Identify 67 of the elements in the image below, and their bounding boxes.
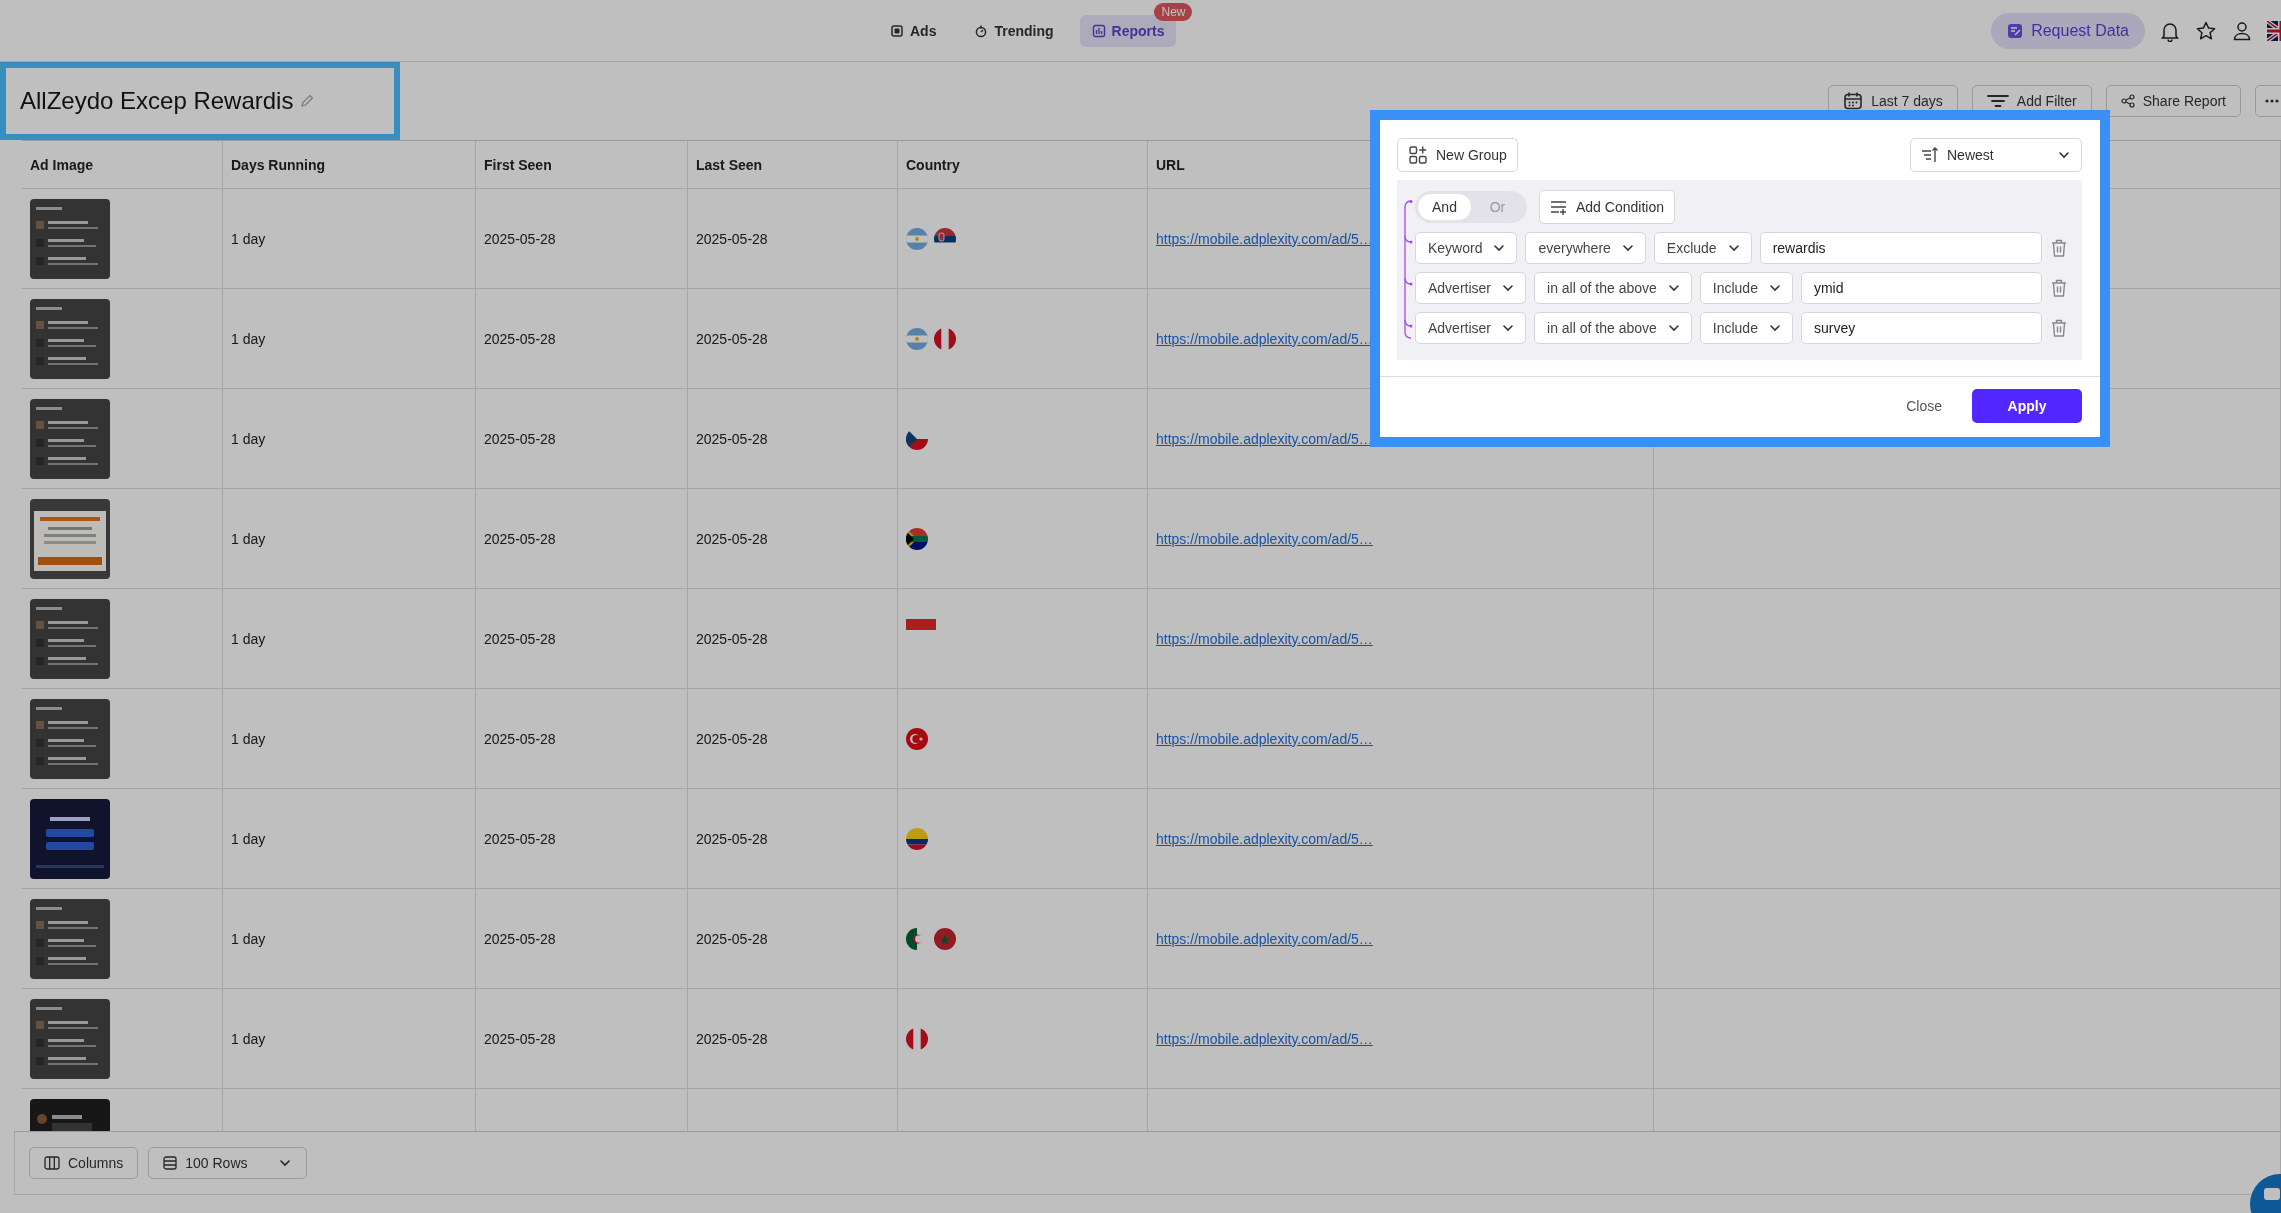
field-select[interactable]: Advertiser	[1415, 312, 1527, 344]
logic-option[interactable]: And	[1418, 194, 1471, 220]
table-cell: 2025-05-28	[484, 830, 556, 847]
share-report-button[interactable]: Share Report	[2105, 85, 2241, 117]
ad-link[interactable]: https://mobile.adplexity.com/ad/5…	[1156, 1030, 1373, 1047]
value-field[interactable]: rewardis	[1759, 232, 2042, 264]
table-cell: 1 day	[231, 1030, 266, 1047]
table-cell: 2025-05-28	[696, 930, 768, 947]
column-header: Country	[898, 141, 1148, 189]
mode-select[interactable]: Exclude	[1653, 232, 1752, 264]
table-cell: 2025-05-28	[484, 230, 556, 247]
ad-link[interactable]: https://mobile.adplexity.com/ad/5…	[1156, 630, 1373, 647]
column-header: Ad Image	[22, 141, 223, 189]
column-header: First Seen	[476, 141, 688, 189]
table-cell: 2025-05-28	[484, 430, 556, 447]
table-cell: 1 day	[231, 730, 266, 747]
table-cell: 1 day	[231, 530, 266, 547]
ad-link[interactable]: https://mobile.adplexity.com/ad/5…	[1156, 930, 1373, 947]
request-data-button[interactable]: Request Data	[1991, 12, 2145, 49]
rows-per-page-select[interactable]: 100 Rows	[148, 1147, 307, 1179]
table-cell: 2025-05-28	[484, 730, 556, 747]
table-cell: 1 day	[231, 330, 266, 347]
table-cell: 2025-05-28	[696, 530, 768, 547]
table-cell: 2025-05-28	[484, 330, 556, 347]
ad-link[interactable]: https://mobile.adplexity.com/ad/5…	[1156, 330, 1373, 347]
table-cell: 2025-05-28	[484, 630, 556, 647]
value-field[interactable]: ymid	[1800, 272, 2042, 304]
report-title: AllZeydo Excep Rewardis	[20, 87, 294, 115]
ad-link[interactable]: https://mobile.adplexity.com/ad/5…	[1156, 530, 1373, 547]
table-cell: 1 day	[231, 830, 266, 847]
ad-link[interactable]: https://mobile.adplexity.com/ad/5…	[1156, 430, 1373, 447]
scope-select[interactable]: everywhere	[1525, 232, 1646, 264]
scope-select[interactable]: in all of the above	[1534, 312, 1692, 344]
table-cell: 2025-05-28	[484, 930, 556, 947]
table-cell: 2025-05-28	[696, 730, 768, 747]
column-header: Last Seen	[688, 141, 898, 189]
table-cell: 2025-05-28	[484, 1030, 556, 1047]
table-cell: 1 day	[231, 430, 266, 447]
close-button[interactable]: Close	[1894, 390, 1954, 422]
table-cell: 2025-05-28	[696, 1030, 768, 1047]
scope-select[interactable]: in all of the above	[1534, 272, 1692, 304]
columns-button[interactable]: Columns	[29, 1147, 139, 1179]
value-field[interactable]: survey	[1800, 312, 2042, 344]
table-cell: 2025-05-28	[484, 530, 556, 547]
ad-link[interactable]: https://mobile.adplexity.com/ad/5…	[1156, 230, 1373, 247]
sort-select[interactable]: Newest	[1910, 138, 2082, 172]
table-cell: 2025-05-28	[696, 830, 768, 847]
new-badge: New	[1154, 2, 1193, 21]
mode-select[interactable]: Include	[1699, 312, 1793, 344]
table-cell: 2025-05-28	[696, 430, 768, 447]
table-cell: 2025-05-28	[696, 230, 768, 247]
column-header: Days Running	[223, 141, 476, 189]
table-cell: 2025-05-28	[696, 630, 768, 647]
new-group-button[interactable]: New Group	[1397, 138, 1518, 172]
mode-select[interactable]: Include	[1699, 272, 1793, 304]
field-select[interactable]: Keyword	[1415, 232, 1518, 264]
nav-tab[interactable]: Trending	[962, 14, 1066, 47]
table-cell: 1 day	[231, 930, 266, 947]
add-condition-button[interactable]: Add Condition	[1539, 190, 1675, 224]
ad-link[interactable]: https://mobile.adplexity.com/ad/5…	[1156, 730, 1373, 747]
table-cell: 2025-05-28	[696, 330, 768, 347]
table-cell: 1 day	[231, 230, 266, 247]
nav-tab[interactable]: Ads	[878, 14, 949, 47]
ad-link[interactable]: https://mobile.adplexity.com/ad/5…	[1156, 830, 1373, 847]
table-cell: 1 day	[231, 630, 266, 647]
apply-button[interactable]: Apply	[1972, 389, 2082, 423]
field-select[interactable]: Advertiser	[1415, 272, 1527, 304]
